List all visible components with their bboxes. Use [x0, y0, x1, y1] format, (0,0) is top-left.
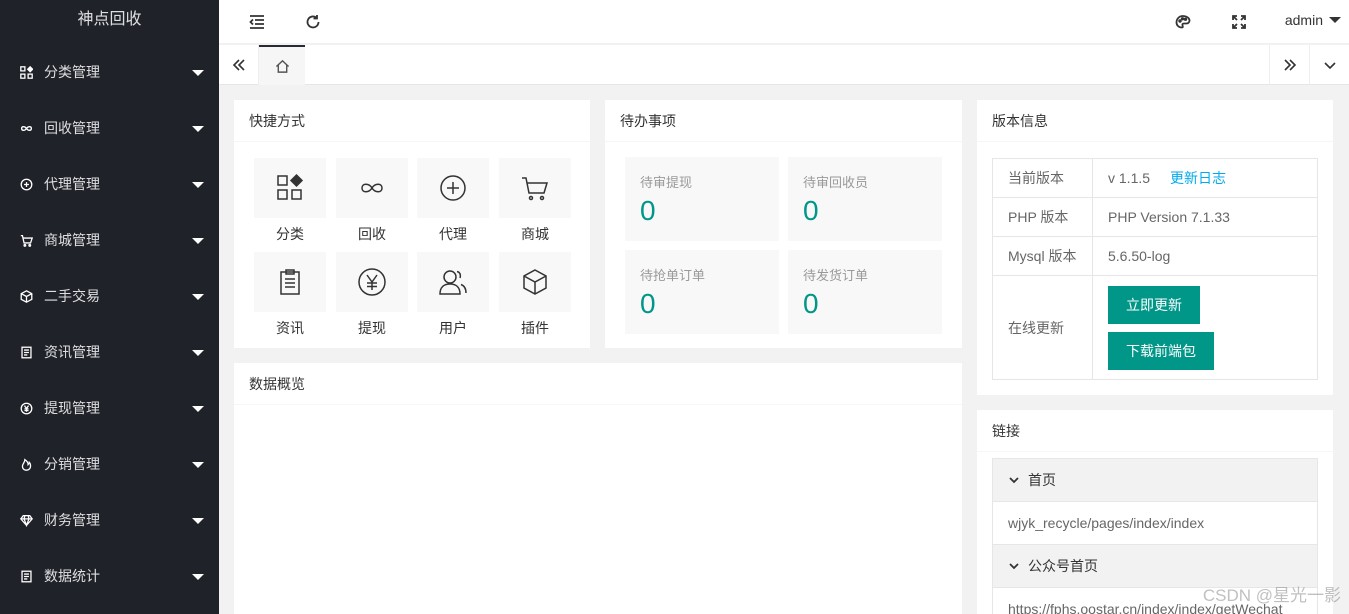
quick-item-recycle[interactable]: 回收 — [336, 158, 408, 244]
caret-down-icon — [192, 126, 204, 132]
plus-circle-icon — [440, 175, 466, 201]
quick-card: 快捷方式 分类 回收 代理 商城 资讯 提现 用户 插件 — [234, 100, 590, 348]
document-icon — [18, 568, 34, 584]
caret-down-icon — [192, 182, 204, 188]
caret-down-icon — [1329, 17, 1341, 23]
sidebar-item-label: 回收管理 — [44, 120, 100, 136]
sidebar-item-secondhand[interactable]: 二手交易 — [0, 268, 219, 324]
table-row: Mysql 版本 5.6.50-log — [992, 236, 1318, 276]
collapse-body-home: wjyk_recycle/pages/index/index — [992, 501, 1318, 544]
overview-card: 数据概览 — [234, 363, 962, 614]
changelog-link[interactable]: 更新日志 — [1170, 170, 1226, 186]
cube-icon — [18, 288, 34, 304]
yen-circle-icon — [18, 400, 34, 416]
todo-item-ship-orders[interactable]: 待发货订单 0 — [788, 250, 942, 334]
sidebar-item-mall[interactable]: 商城管理 — [0, 212, 219, 268]
sidebar-item-statistics[interactable]: 数据统计 — [0, 548, 219, 604]
fire-icon — [18, 456, 34, 472]
sidebar-item-label: 提现管理 — [44, 400, 100, 416]
diamond-icon — [18, 512, 34, 528]
version-card: 版本信息 当前版本 v 1.1.5 更新日志 PHP 版本 PHP Version… — [977, 100, 1333, 395]
home-icon — [275, 59, 289, 73]
todo-item-pending-withdraw[interactable]: 待审提现 0 — [625, 157, 779, 241]
tabs-menu-icon[interactable] — [1309, 45, 1349, 85]
document-icon — [18, 344, 34, 360]
tabs-scroll-right-icon[interactable] — [1269, 45, 1309, 85]
caret-down-icon — [192, 406, 204, 412]
caret-down-icon — [192, 238, 204, 244]
chevron-down-icon — [1009, 563, 1019, 570]
quick-card-title: 快捷方式 — [234, 100, 590, 142]
overview-card-title: 数据概览 — [234, 363, 962, 405]
cart-icon — [522, 177, 549, 201]
links-card-title: 链接 — [977, 410, 1333, 452]
download-frontend-button[interactable]: 下载前端包 — [1108, 331, 1214, 370]
caret-down-icon — [192, 574, 204, 580]
quick-item-mall[interactable]: 商城 — [499, 158, 571, 244]
todo-card: 待办事项 待审提现 0 待审回收员 0 待抢单订单 0 待发货订单 0 — [605, 100, 962, 348]
tabs-scroll-left-icon[interactable] — [219, 45, 259, 85]
app-logo[interactable]: 神点回收 — [0, 0, 219, 44]
infinity-icon — [361, 183, 383, 193]
infinity-icon — [18, 120, 34, 136]
table-row: 当前版本 v 1.1.5 更新日志 — [992, 158, 1318, 198]
sidebar-item-agent[interactable]: 代理管理 — [0, 156, 219, 212]
sidebar-item-news[interactable]: 资讯管理 — [0, 324, 219, 380]
table-row: PHP 版本 PHP Version 7.1.33 — [992, 197, 1318, 237]
caret-down-icon — [192, 350, 204, 356]
sidebar-item-label: 财务管理 — [44, 512, 100, 528]
sidebar-item-label: 分销管理 — [44, 456, 100, 472]
cart-icon — [18, 232, 34, 248]
sidebar-item-label: 代理管理 — [44, 176, 100, 192]
tab-home[interactable] — [259, 45, 305, 85]
quick-item-plugins[interactable]: 插件 — [499, 252, 571, 338]
palette-icon[interactable] — [1173, 12, 1193, 32]
update-now-button[interactable]: 立即更新 — [1108, 285, 1200, 324]
sidebar-item-label: 资讯管理 — [44, 344, 100, 360]
tabs-bar — [219, 45, 1349, 85]
sidebar-item-label: 数据统计 — [44, 568, 100, 584]
sidebar: 神点回收 分类管理 回收管理 代理管理 商城管理 二手交易 资讯管理 提现管理 … — [0, 0, 219, 614]
watermark: CSDN @星光一影 — [1202, 586, 1341, 605]
grid-icon — [277, 173, 304, 200]
caret-down-icon — [192, 70, 204, 76]
todo-card-title: 待办事项 — [605, 100, 962, 142]
cube-icon — [523, 269, 547, 295]
fullscreen-icon[interactable] — [1229, 12, 1249, 32]
sidebar-item-withdraw[interactable]: 提现管理 — [0, 380, 219, 436]
top-header: admin — [219, 0, 1349, 44]
quick-item-withdraw[interactable]: 提现 — [336, 252, 408, 338]
version-card-title: 版本信息 — [977, 100, 1333, 142]
caret-down-icon — [192, 294, 204, 300]
todo-item-pending-collector[interactable]: 待审回收员 0 — [788, 157, 942, 241]
menu-collapse-icon[interactable] — [247, 12, 267, 32]
caret-down-icon — [192, 462, 204, 468]
collapse-header-home[interactable]: 首页 — [992, 458, 1318, 501]
table-row: 在线更新 立即更新 下载前端包 — [992, 275, 1318, 380]
clipboard-icon — [280, 269, 300, 295]
quick-item-category[interactable]: 分类 — [254, 158, 326, 244]
caret-down-icon — [192, 518, 204, 524]
sidebar-item-label: 商城管理 — [44, 232, 100, 248]
user-menu[interactable]: admin — [1285, 12, 1341, 28]
quick-item-users[interactable]: 用户 — [417, 252, 489, 338]
sidebar-item-label: 分类管理 — [44, 64, 100, 80]
grid-icon — [18, 64, 34, 80]
refresh-icon[interactable] — [303, 12, 323, 32]
sidebar-item-distribution[interactable]: 分销管理 — [0, 436, 219, 492]
sidebar-item-label: 二手交易 — [44, 288, 100, 304]
plus-circle-icon — [18, 176, 34, 192]
sidebar-item-recycle[interactable]: 回收管理 — [0, 100, 219, 156]
sidebar-item-category[interactable]: 分类管理 — [0, 44, 219, 100]
quick-item-news[interactable]: 资讯 — [254, 252, 326, 338]
sidebar-item-finance[interactable]: 财务管理 — [0, 492, 219, 548]
version-table: 当前版本 v 1.1.5 更新日志 PHP 版本 PHP Version 7.1.… — [992, 158, 1318, 380]
yen-circle-icon — [358, 268, 386, 296]
todo-item-grab-orders[interactable]: 待抢单订单 0 — [625, 250, 779, 334]
username: admin — [1284, 12, 1323, 28]
chevron-down-icon — [1009, 477, 1019, 484]
users-icon — [439, 270, 467, 295]
quick-item-agent[interactable]: 代理 — [417, 158, 489, 244]
